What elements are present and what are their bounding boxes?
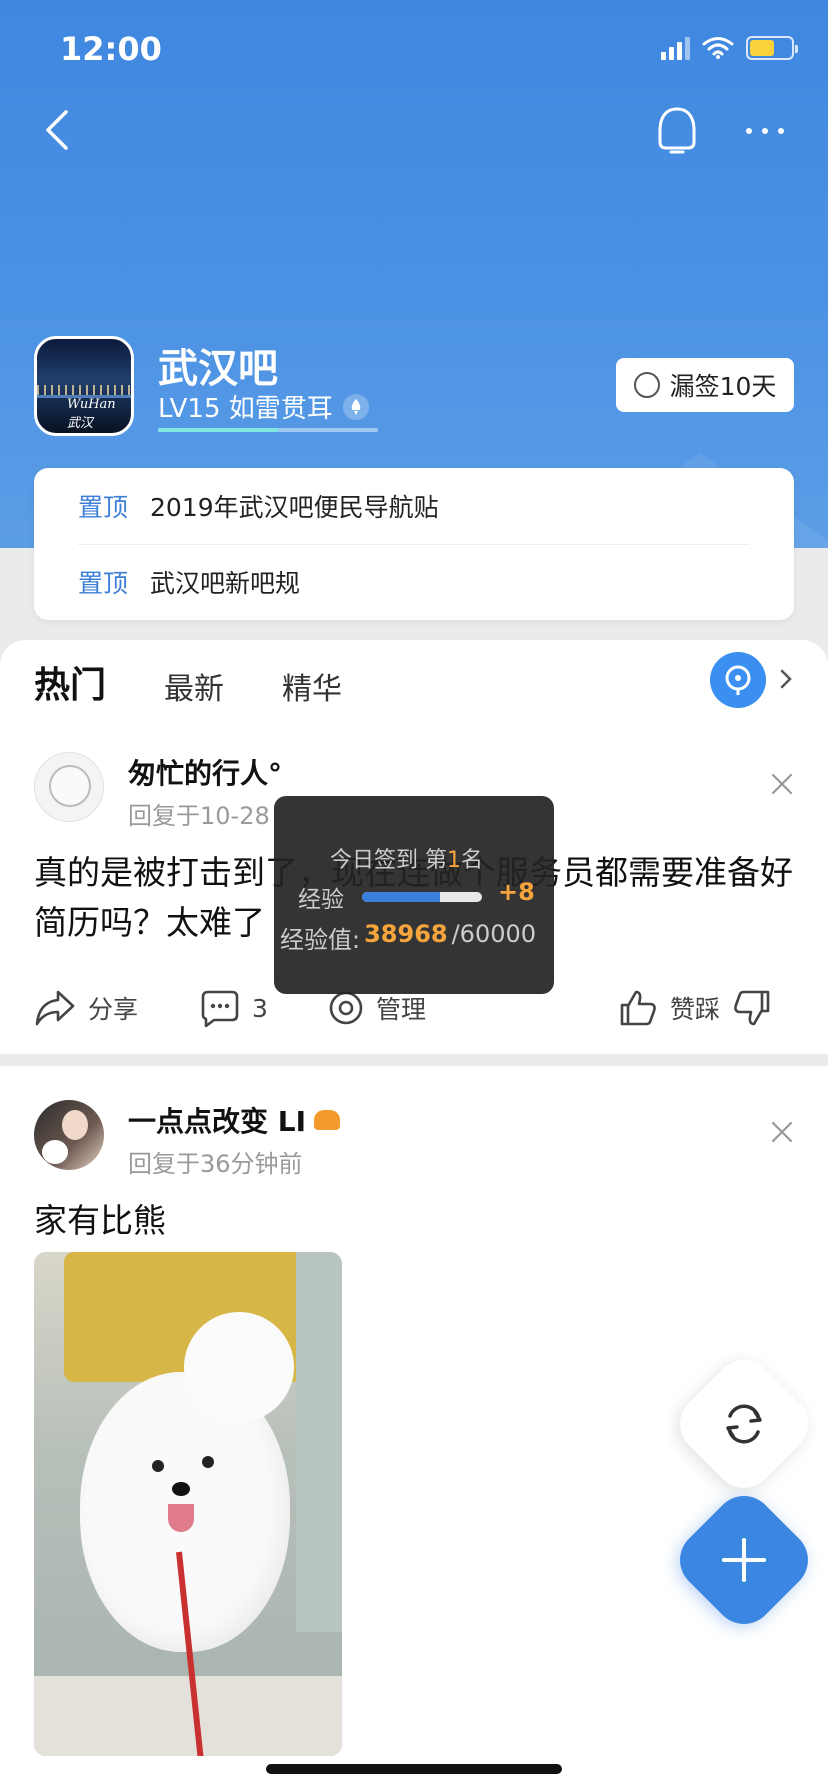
- share-icon: [35, 990, 75, 1026]
- comment-count: 3: [252, 993, 268, 1023]
- tab-latest[interactable]: 最新: [164, 664, 224, 708]
- thumbs-down-icon[interactable]: [732, 988, 772, 1028]
- pin-tag: 置顶: [78, 569, 129, 598]
- post-username[interactable]: 一点点改变 LI: [128, 1100, 341, 1140]
- share-button[interactable]: 分享: [34, 986, 138, 1030]
- compass-icon[interactable]: [710, 652, 766, 708]
- pinned-post[interactable]: 置顶 2019年武汉吧便民导航贴: [78, 468, 439, 544]
- comment-button[interactable]: 3: [200, 986, 268, 1030]
- close-icon[interactable]: [770, 772, 794, 796]
- more-icon[interactable]: [746, 128, 784, 134]
- post-meta: 回复于10-28: [128, 802, 270, 830]
- exp-gain: +8: [498, 878, 535, 906]
- divider: [0, 1054, 828, 1066]
- exp-progress-bar: [362, 892, 482, 902]
- forum-logo: WuHan 武汉: [67, 397, 116, 431]
- pinned-posts-card: 置顶 2019年武汉吧便民导航贴 置顶 武汉吧新吧规: [34, 468, 794, 620]
- user-badge-icon: [314, 1110, 341, 1130]
- pinned-post-title: 2019年武汉吧便民导航贴: [150, 493, 439, 522]
- forum-level-text: LV15 如雷贯耳: [158, 394, 333, 424]
- post-image[interactable]: [34, 1252, 342, 1756]
- rocket-icon: [342, 393, 369, 420]
- vote-buttons: 赞踩: [618, 986, 772, 1030]
- avatar[interactable]: [34, 752, 104, 822]
- status-time: 12:00: [60, 30, 162, 68]
- pin-tag: 置顶: [78, 493, 129, 522]
- forum-avatar[interactable]: WuHan 武汉: [34, 336, 134, 436]
- post-meta: 回复于36分钟前: [128, 1150, 303, 1178]
- manage-icon: [329, 991, 363, 1025]
- avatar[interactable]: [34, 1100, 104, 1170]
- signin-icon: [633, 372, 660, 398]
- username-text: 匆忙的行人°: [128, 757, 283, 790]
- pinned-post[interactable]: 置顶 武汉吧新吧规: [78, 544, 300, 620]
- signin-label: 漏签10天: [669, 372, 777, 401]
- pinned-post-title: 武汉吧新吧规: [150, 569, 301, 598]
- vote-label: 赞踩: [670, 995, 721, 1024]
- comment-icon: [201, 990, 239, 1027]
- level-progress-bar: [158, 428, 378, 432]
- signin-button[interactable]: 漏签10天: [616, 358, 794, 412]
- toast-rank: 今日签到 第1名: [330, 848, 484, 873]
- forum-name: 武汉吧: [158, 346, 278, 392]
- battery-icon: [746, 36, 798, 60]
- share-label: 分享: [88, 995, 139, 1024]
- bell-icon[interactable]: [654, 106, 700, 156]
- signal-icon: [661, 36, 690, 60]
- chevron-right-icon[interactable]: [778, 668, 794, 690]
- thumbs-up-icon[interactable]: [618, 988, 658, 1028]
- close-icon[interactable]: [770, 1120, 794, 1144]
- tab-hot[interactable]: 热门: [34, 656, 106, 708]
- username-text: 一点点改变 LI: [128, 1105, 307, 1138]
- status-icons: [661, 36, 798, 60]
- post-text: 家有比熊: [34, 1201, 166, 1240]
- tab-featured[interactable]: 精华: [282, 664, 342, 708]
- refresh-icon: [726, 1404, 762, 1444]
- wifi-icon: [702, 37, 734, 59]
- exp-total: 经验值: 38968/60000: [280, 920, 537, 954]
- post-username[interactable]: 匆忙的行人°: [128, 752, 282, 792]
- signin-toast: 今日签到 第1名 经验 +8 经验值: 38968/60000: [274, 796, 554, 994]
- feed-tabs: 热门 最新 精华: [34, 656, 342, 708]
- manage-label: 管理: [376, 995, 427, 1024]
- plus-icon: [722, 1538, 766, 1582]
- home-indicator[interactable]: [266, 1764, 562, 1774]
- back-icon[interactable]: [40, 110, 80, 150]
- forum-header: [0, 0, 828, 548]
- forum-level[interactable]: LV15 如雷贯耳: [158, 388, 369, 425]
- toast-exp-label: 经验: [298, 887, 344, 913]
